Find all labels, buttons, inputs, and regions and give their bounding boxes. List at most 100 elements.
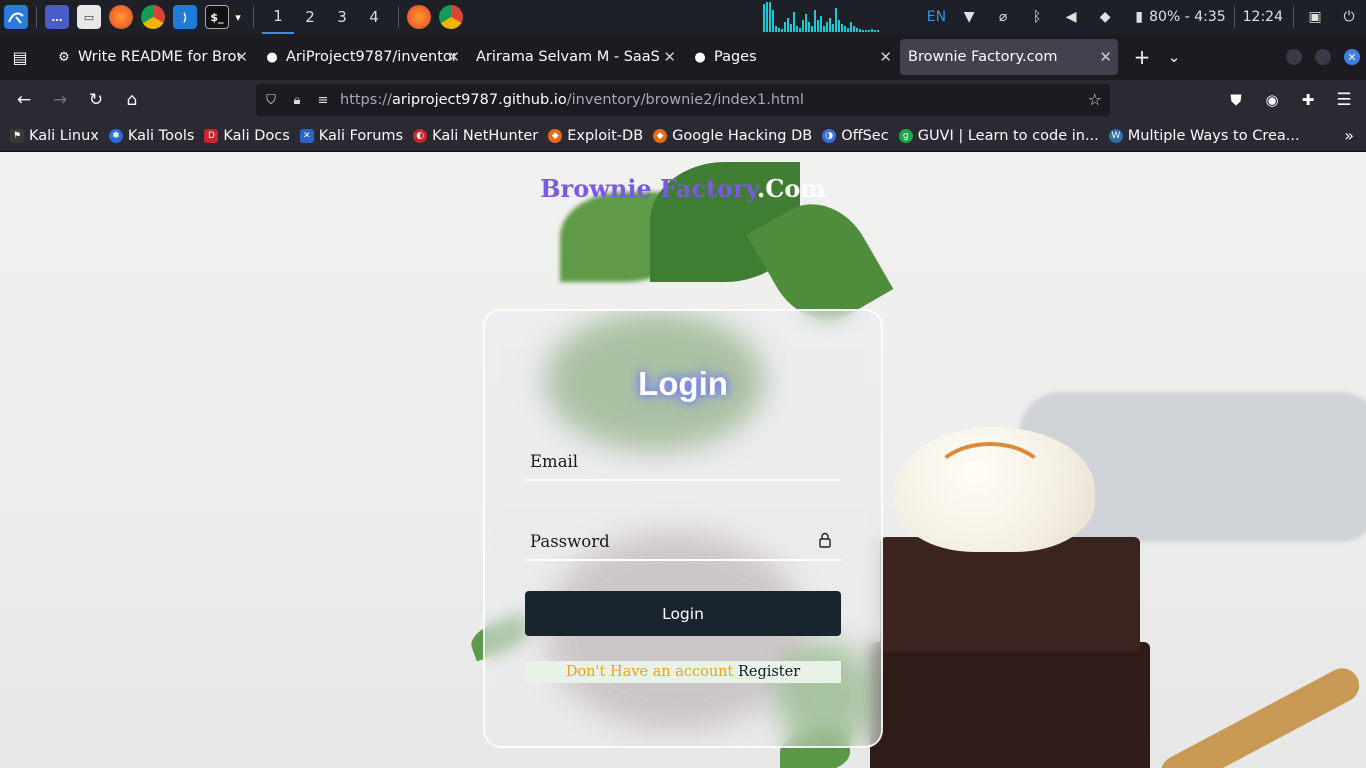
- close-icon[interactable]: ✕: [235, 48, 248, 66]
- bookmark-multiple-ways[interactable]: W Multiple Ways to Crea...: [1108, 128, 1300, 144]
- bookmark-kali-linux[interactable]: ⚑ Kali Linux: [10, 128, 99, 144]
- file-manager-icon[interactable]: ▭: [77, 5, 101, 29]
- account-icon[interactable]: ◉: [1254, 84, 1290, 116]
- close-icon[interactable]: ✕: [663, 48, 676, 66]
- register-link[interactable]: Register: [738, 664, 800, 680]
- visualizer-bar: [765, 2, 768, 32]
- clock[interactable]: 12:24: [1243, 9, 1283, 25]
- terminal-icon[interactable]: $_: [205, 5, 229, 29]
- chrome-window-icon[interactable]: [439, 5, 463, 29]
- lock-icon[interactable]: 🔒︎: [286, 93, 308, 108]
- navigation-toolbar: ← → ↻ ⌂ ⛉ 🔒︎ ≡ https://ariproject9787.gi…: [0, 80, 1366, 120]
- visualizer-bar: [870, 29, 873, 32]
- close-icon[interactable]: ✕: [1099, 48, 1112, 66]
- workspace-2[interactable]: 2: [294, 0, 326, 34]
- tab-saas-billing[interactable]: Arirama Selvam M - SaaS Bill ✕: [468, 39, 682, 75]
- close-icon[interactable]: ✕: [447, 48, 460, 66]
- address-bar[interactable]: ⛉ 🔒︎ ≡ https://ariproject9787.github.io /…: [256, 84, 1110, 116]
- bookmark-offsec[interactable]: ◑ OffSec: [822, 128, 889, 144]
- taskbar-separator: [398, 6, 399, 28]
- workspace-3[interactable]: 3: [326, 0, 358, 34]
- tracking-protection-icon[interactable]: ⛉: [260, 93, 282, 108]
- battery-status[interactable]: 80% - 4:35: [1149, 9, 1226, 25]
- home-button[interactable]: ⌂: [114, 84, 150, 116]
- maximize-button[interactable]: [1315, 49, 1331, 65]
- visualizer-bar: [804, 14, 807, 32]
- tab-write-readme[interactable]: ⚙ Write README for Brown ✕: [48, 39, 254, 75]
- tab-overview-icon[interactable]: ▤: [4, 41, 36, 73]
- bookmark-star-icon[interactable]: ☆: [1088, 90, 1102, 109]
- no-account-text: Don't Have an account: [565, 664, 738, 680]
- kali-menu-icon[interactable]: [4, 5, 28, 29]
- github-icon: ●: [694, 49, 706, 65]
- desktop-icon[interactable]: …: [45, 5, 69, 29]
- notification-bell-icon[interactable]: ◆: [1097, 9, 1113, 25]
- visualizer-bar: [783, 22, 786, 32]
- extensions-icon[interactable]: ✚: [1290, 84, 1326, 116]
- paperclip-icon[interactable]: ⌀: [995, 9, 1011, 25]
- reload-button[interactable]: ↻: [78, 84, 114, 116]
- volume-icon[interactable]: ◀: [1063, 9, 1079, 25]
- login-button[interactable]: Login: [525, 591, 841, 636]
- visualizer-bar: [810, 26, 813, 32]
- bluetooth-icon[interactable]: ᛒ: [1029, 9, 1045, 25]
- bookmark-kali-nethunter[interactable]: ◐ Kali NetHunter: [413, 128, 538, 144]
- close-window-button[interactable]: ✕: [1344, 49, 1360, 65]
- tab-ariproject-inventory[interactable]: ● AriProject9787/inventory ✕: [256, 39, 466, 75]
- keyboard-layout[interactable]: EN: [927, 9, 946, 25]
- kali-forums-icon: ✕: [299, 128, 314, 143]
- menu-icon[interactable]: ☰: [1326, 84, 1362, 116]
- visualizer-bar: [840, 24, 843, 32]
- bookmark-kali-tools[interactable]: ✱ Kali Tools: [108, 128, 194, 144]
- brand-name: Brownie Factory: [540, 174, 757, 203]
- github-icon: ●: [266, 49, 278, 65]
- bookmark-google-hacking-db[interactable]: ◆ Google Hacking DB: [653, 128, 812, 144]
- bookmark-exploit-db[interactable]: ◆ Exploit-DB: [548, 128, 643, 144]
- forward-button[interactable]: →: [42, 84, 78, 116]
- power-icon[interactable]: ⏻: [1341, 9, 1357, 25]
- close-icon[interactable]: ✕: [879, 48, 892, 66]
- visualizer-bar: [807, 22, 810, 32]
- pocket-icon[interactable]: ⛊: [1218, 84, 1254, 116]
- bookmark-kali-docs[interactable]: D Kali Docs: [204, 128, 290, 144]
- kali-docs-icon: D: [204, 128, 219, 143]
- system-tray: EN ▼ ⌀ ᛒ ◀ ◆ ▮ 80% - 4:35 12:24 ▣ ⏻: [762, 0, 1366, 34]
- chevron-down-icon[interactable]: ▾: [231, 5, 245, 29]
- url-scheme: https://: [340, 92, 392, 108]
- visualizer-bar: [843, 26, 846, 32]
- minimize-button[interactable]: [1286, 49, 1302, 65]
- email-input[interactable]: [525, 435, 841, 479]
- visualizer-bar: [801, 20, 804, 32]
- permissions-icon[interactable]: ≡: [312, 93, 334, 108]
- back-button[interactable]: ←: [6, 84, 42, 116]
- wifi-icon[interactable]: ▼: [961, 9, 977, 25]
- tab-brownie-factory[interactable]: Brownie Factory.com ✕: [900, 39, 1118, 75]
- workspace-4[interactable]: 4: [358, 0, 390, 34]
- bookmark-label: GUVI | Learn to code in...: [917, 127, 1099, 144]
- firefox-icon[interactable]: [109, 5, 133, 29]
- visualizer-bar: [774, 26, 777, 32]
- visualizer-bar: [789, 24, 792, 32]
- tab-pages[interactable]: ● Pages ✕: [684, 39, 898, 75]
- new-tab-button[interactable]: +: [1126, 41, 1158, 73]
- chrome-icon[interactable]: [141, 5, 165, 29]
- visualizer-bar: [786, 18, 789, 32]
- bookmark-kali-forums[interactable]: ✕ Kali Forums: [299, 127, 404, 144]
- bookmark-label: OffSec: [841, 127, 889, 144]
- visualizer-bar: [768, 2, 771, 32]
- brownie-stack-bottom: [870, 642, 1150, 768]
- bookmark-guvi[interactable]: g GUVI | Learn to code in...: [898, 127, 1099, 144]
- visualizer-bar: [873, 30, 876, 32]
- bookmark-label: Google Hacking DB: [672, 127, 813, 144]
- vscode-icon[interactable]: ⟩: [173, 5, 197, 29]
- workspace-1[interactable]: 1: [262, 0, 294, 34]
- firefox-window-icon[interactable]: [407, 5, 431, 29]
- url-host: ariproject9787.github.io: [391, 92, 567, 108]
- list-all-tabs-icon[interactable]: ⌄: [1158, 41, 1190, 73]
- lock-screen-icon[interactable]: ▣: [1307, 9, 1323, 25]
- password-input[interactable]: [525, 515, 841, 559]
- bookmark-label: Kali Forums: [318, 127, 404, 144]
- password-field: [525, 515, 841, 561]
- more-bookmarks-icon[interactable]: »: [1344, 126, 1354, 145]
- battery-icon[interactable]: ▮: [1131, 9, 1147, 25]
